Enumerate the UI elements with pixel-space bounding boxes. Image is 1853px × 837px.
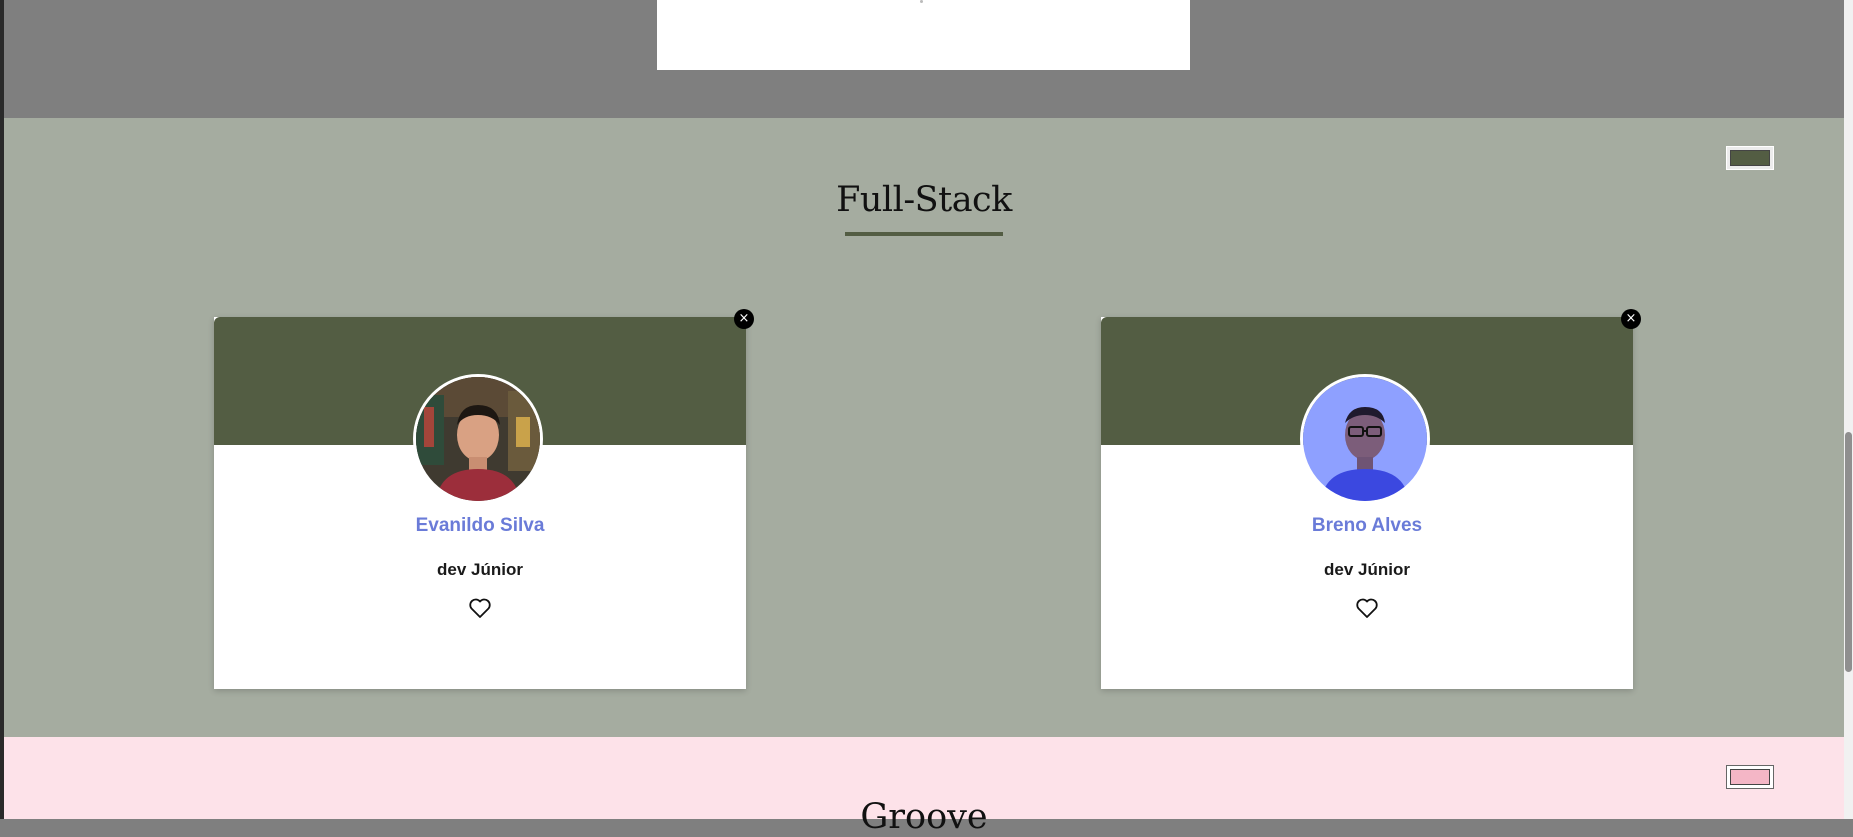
heart-outline-icon[interactable] bbox=[1355, 597, 1379, 619]
avatar bbox=[413, 374, 543, 504]
title-underline bbox=[845, 232, 1003, 236]
card-role: dev Júnior bbox=[437, 560, 523, 579]
previous-section bbox=[4, 0, 1844, 118]
color-swatch bbox=[1730, 769, 1770, 785]
decorative-dot bbox=[920, 0, 923, 3]
card-role: dev Júnior bbox=[1324, 560, 1410, 579]
avatar bbox=[1300, 374, 1430, 504]
previous-section-card bbox=[657, 0, 1190, 70]
card-name: Breno Alves bbox=[1311, 515, 1423, 536]
heart-outline-icon[interactable] bbox=[468, 597, 492, 619]
fullstack-section: Full-Stack × Evanildo Silva dev Júnior ×… bbox=[4, 118, 1844, 737]
profile-card: × Evanildo Silva dev Júnior bbox=[214, 309, 754, 689]
avatar-photo bbox=[416, 377, 540, 501]
section-title: Full-Stack bbox=[836, 180, 1012, 220]
close-icon[interactable]: × bbox=[1621, 309, 1641, 329]
section-title: Groove bbox=[860, 797, 988, 837]
scrollbar-thumb[interactable] bbox=[1845, 432, 1852, 672]
close-icon[interactable]: × bbox=[734, 309, 754, 329]
groovy-section: Groove bbox=[4, 737, 1844, 837]
avatar-photo bbox=[1303, 377, 1427, 501]
vertical-scrollbar[interactable] bbox=[1844, 0, 1853, 819]
profile-card: × Breno Alves dev Júnior bbox=[1101, 309, 1641, 689]
section-color-picker[interactable] bbox=[1726, 146, 1774, 170]
card-name: Evanildo Silva bbox=[415, 515, 545, 536]
color-swatch bbox=[1730, 150, 1770, 166]
section-color-picker[interactable] bbox=[1726, 765, 1774, 789]
